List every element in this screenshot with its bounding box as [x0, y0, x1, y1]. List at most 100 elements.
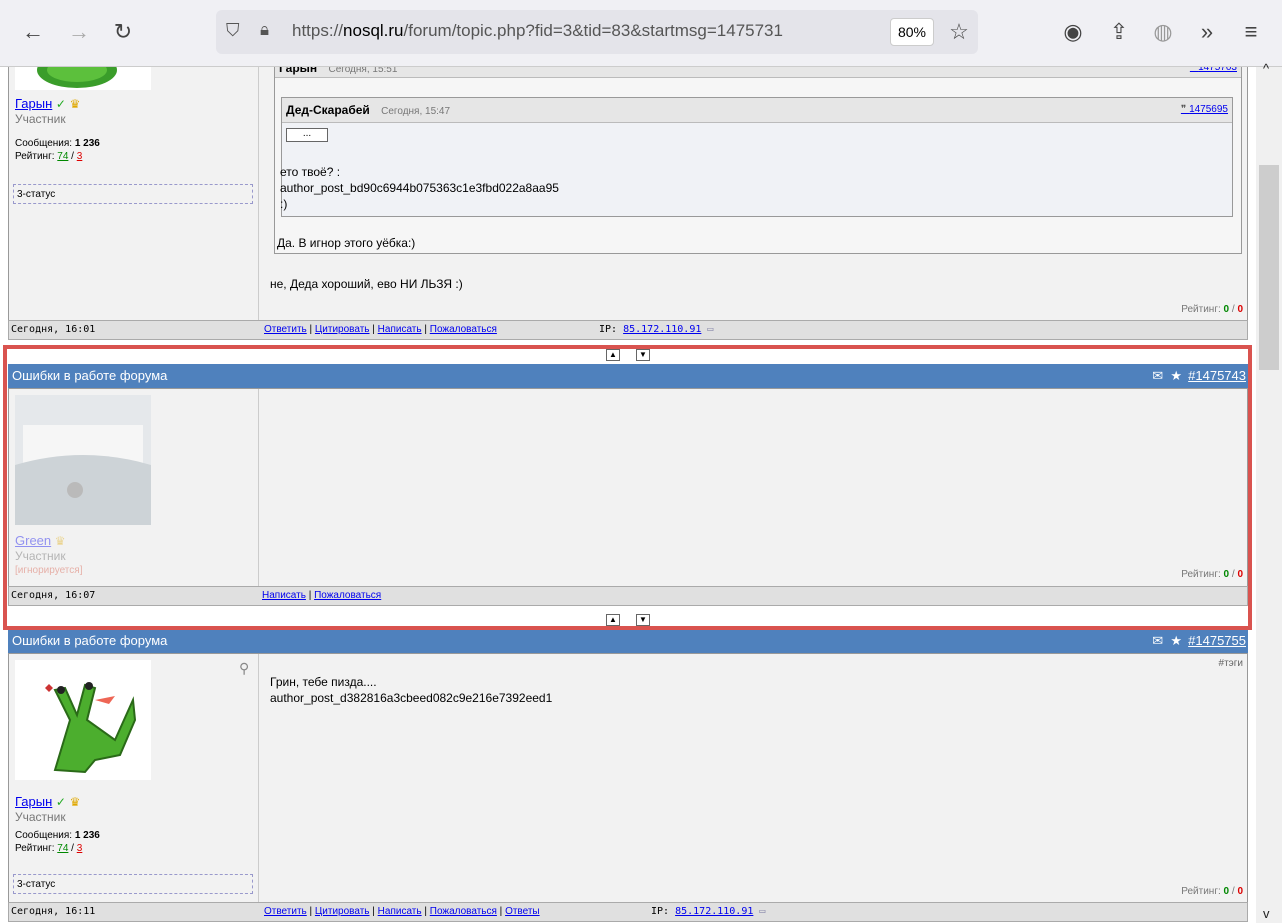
quote-outer-link[interactable]: ❞ 1475703	[1190, 67, 1237, 77]
pin-icon[interactable]: ⚲	[239, 660, 249, 677]
dragon-avatar-icon	[37, 67, 117, 88]
post-actions: Ответить | Цитировать | Написать | Пожал…	[264, 906, 540, 917]
url-path: /forum/topic.php?fid=3&tid=83&startmsg=1…	[403, 21, 783, 40]
quote-link[interactable]: Цитировать	[315, 324, 370, 335]
bookmark-star-icon[interactable]: ☆	[944, 18, 974, 46]
avatar	[15, 660, 151, 780]
author-name[interactable]: Гарын	[15, 96, 52, 111]
crown-icon: ♛	[54, 534, 66, 548]
quote-outer-time: Сегодня, 15:51	[328, 67, 398, 75]
globe-icon[interactable]: ◍	[1148, 18, 1178, 46]
zoom-indicator[interactable]: 80%	[890, 18, 934, 46]
post-number-link[interactable]: #1475755	[1188, 629, 1246, 653]
quote-inner: Дед-Скарабей Сегодня, 15:47 ❞ 1475695 ..…	[280, 97, 1233, 217]
post-date: Сегодня, 16:07	[11, 590, 96, 601]
mail-icon[interactable]: ✉	[1152, 368, 1163, 383]
ip-link[interactable]: 85.172.110.91	[675, 906, 753, 917]
scroll-up-icon[interactable]: ▲	[606, 349, 620, 361]
rating-negative-link[interactable]: 3	[77, 843, 83, 854]
scroll-up-arrow-icon[interactable]: ^	[1263, 61, 1269, 76]
post-2-footer: Сегодня, 16:07 Написать | Пожаловаться	[8, 586, 1248, 606]
scroll-down-icon[interactable]: ▼	[636, 614, 650, 626]
page-scrollbar[interactable]: ^ v	[1256, 61, 1282, 923]
post-actions: Ответить | Цитировать | Написать | Пожал…	[264, 324, 497, 335]
url-host: nosql.ru	[343, 21, 404, 40]
answers-link[interactable]: Ответы	[505, 906, 540, 917]
report-link[interactable]: Пожаловаться	[430, 324, 497, 335]
rating-positive-link[interactable]: 74	[57, 843, 68, 854]
quote-outer: Гарын Сегодня, 15:51 ❞ 1475703 Дед-Скара…	[274, 67, 1242, 254]
post-ip: IP: 85.172.110.91 ▭	[599, 324, 714, 335]
scroll-down-arrow-icon[interactable]: v	[1263, 906, 1270, 921]
user-status: 3-статус	[13, 184, 253, 204]
post-1-text: не, Деда хороший, ево НИ ЛЬЗЯ :)	[270, 277, 463, 291]
quote-inner-author: Дед-Скарабей	[286, 103, 370, 117]
calendar-icon[interactable]: ▭	[759, 906, 765, 917]
quote-link[interactable]: Цитировать	[315, 906, 370, 917]
reload-icon[interactable]: ↻	[108, 18, 138, 46]
scrollbar-thumb[interactable]	[1259, 165, 1279, 370]
reply-link[interactable]: Ответить	[264, 324, 307, 335]
rating-positive-link[interactable]: 74	[57, 151, 68, 162]
post-3-footer: Сегодня, 16:11 Ответить | Цитировать | Н…	[8, 902, 1248, 922]
quote-inner-link[interactable]: ❞ 1475695	[1181, 98, 1228, 122]
crown-icon: ♛	[69, 97, 81, 111]
back-icon[interactable]: ←	[18, 18, 48, 46]
scroll-down-icon[interactable]: ▼	[636, 349, 650, 361]
post-number-link[interactable]: #1475743	[1188, 364, 1246, 388]
post-2: Green ♛ Участник [игнорируется] Рейтинг:…	[8, 388, 1248, 587]
write-link[interactable]: Написать	[378, 324, 422, 335]
topic-title: Ошибки в работе форума	[12, 368, 168, 383]
post-actions: Написать | Пожаловаться	[262, 590, 382, 601]
calendar-icon[interactable]: ▭	[707, 324, 713, 335]
lock-icon[interactable]: 🔒︎	[260, 20, 269, 40]
url-text[interactable]: https://nosql.ru/forum/topic.php?fid=3&t…	[292, 21, 783, 41]
topic-title: Ошибки в работе форума	[12, 633, 168, 648]
tags-link[interactable]: #тэги	[1219, 658, 1243, 669]
report-link[interactable]: Пожаловаться	[430, 906, 497, 917]
post-2-sidebar: Green ♛ Участник [игнорируется]	[9, 389, 259, 586]
user-rating: Рейтинг: 74 / 3	[15, 151, 83, 162]
post-rating: Рейтинг: 0 / 0	[1181, 304, 1243, 315]
quote-outer-author: Гарын	[279, 67, 318, 75]
user-status: 3-статус	[13, 874, 253, 894]
post-navigation: ▲ ▼	[8, 344, 1248, 362]
author-name[interactable]: Гарын	[15, 794, 52, 809]
ip-link[interactable]: 85.172.110.91	[623, 324, 701, 335]
expand-quote-button[interactable]: ...	[286, 128, 328, 142]
favorite-star-icon[interactable]: ★	[1170, 368, 1182, 383]
account-icon[interactable]: ◉	[1058, 18, 1088, 46]
post-icons: ✉ ★	[1152, 364, 1182, 388]
write-link[interactable]: Написать	[262, 590, 306, 601]
ignored-label: [игнорируется]	[15, 565, 83, 576]
author-role: Участник	[15, 112, 66, 126]
verified-check-icon: ✓	[55, 795, 66, 809]
share-icon[interactable]: ⇪	[1104, 18, 1134, 46]
quote-outer-header: Гарын Сегодня, 15:51 ❞ 1475703	[275, 67, 1241, 78]
quote-outer-text: ето твоё? : author_post_bd90c6944b075363…	[280, 165, 559, 211]
mail-icon[interactable]: ✉	[1152, 633, 1163, 648]
post-2-header: Ошибки в работе форума ✉ ★ #1475743	[8, 364, 1248, 388]
overflow-chevron-icon[interactable]: »	[1192, 18, 1222, 46]
scroll-up-icon[interactable]: ▲	[606, 614, 620, 626]
author-line: Green ♛	[15, 533, 66, 548]
post-3: ⚲ Гарын ✓ ♛ Участник Сообщения: 1 236 Ре…	[8, 653, 1248, 903]
reply-link[interactable]: Ответить	[264, 906, 307, 917]
avatar	[15, 67, 151, 90]
forward-icon[interactable]: →	[64, 18, 94, 46]
url-bar[interactable]: ⛉ 🔒︎ https://nosql.ru/forum/topic.php?fi…	[216, 10, 978, 54]
author-name[interactable]: Green	[15, 533, 51, 548]
menu-icon[interactable]: ≡	[1236, 18, 1266, 46]
author-role: Участник	[15, 549, 66, 563]
write-link[interactable]: Написать	[378, 906, 422, 917]
user-rating: Рейтинг: 74 / 3	[15, 843, 83, 854]
author-line: Гарын ✓ ♛	[15, 96, 80, 111]
rating-negative-link[interactable]: 3	[77, 151, 83, 162]
post-rating: Рейтинг: 0 / 0	[1181, 569, 1243, 580]
tracking-shield-icon[interactable]: ⛉	[226, 20, 240, 41]
favorite-star-icon[interactable]: ★	[1170, 633, 1182, 648]
author-role: Участник	[15, 810, 66, 824]
post-3-text: Грин, тебе пизда.... author_post_d382816…	[270, 675, 553, 705]
post-1-sidebar: Гарын ✓ ♛ Участник Сообщения: 1 236 Рейт…	[9, 67, 259, 322]
report-link[interactable]: Пожаловаться	[314, 590, 381, 601]
